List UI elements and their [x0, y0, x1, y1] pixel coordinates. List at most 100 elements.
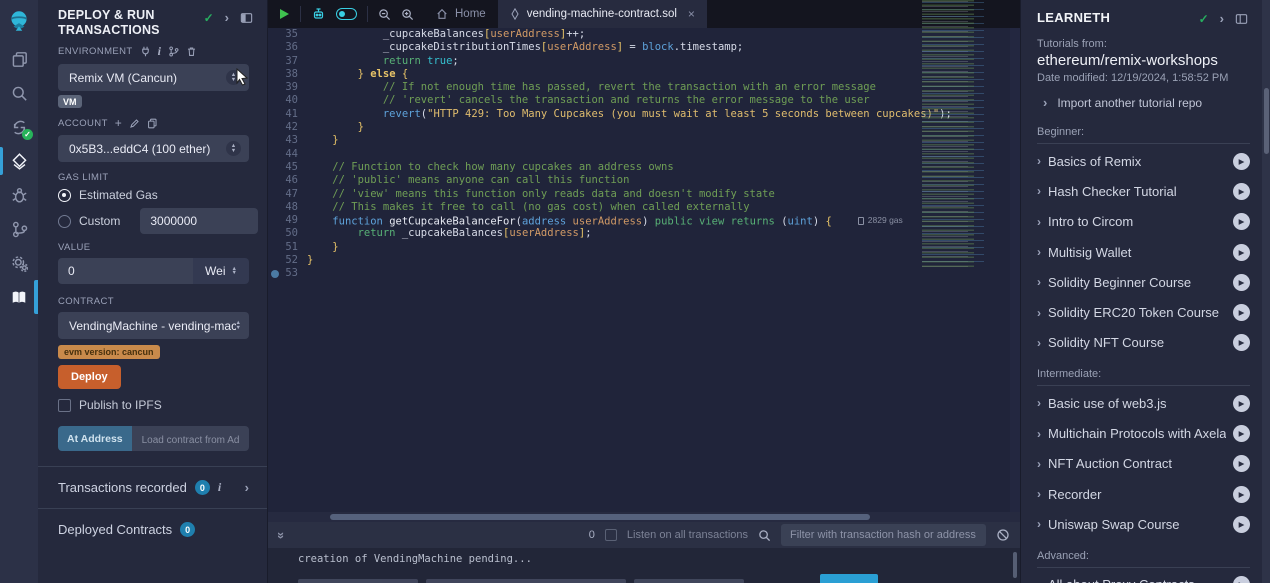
code-line[interactable]: 41 revert("HTTP 429: Too Many Cupcakes (…	[268, 108, 1020, 121]
terminal-output[interactable]: creation of VendingMachine pending...	[268, 548, 1020, 583]
ai-assistant-icon[interactable]	[311, 7, 326, 21]
plug-icon[interactable]	[140, 46, 151, 57]
code-line[interactable]: 44	[268, 148, 1020, 161]
play-tutorial-button[interactable]: ▶	[1233, 183, 1250, 200]
right-panel-scrollbar[interactable]	[1262, 0, 1270, 583]
learneth-icon[interactable]	[0, 280, 38, 314]
search-icon[interactable]	[758, 529, 771, 542]
search-icon[interactable]	[0, 76, 38, 110]
transactions-recorded-row[interactable]: Transactions recorded 0 i ›	[38, 467, 267, 509]
code-line[interactable]: 43 }	[268, 134, 1020, 147]
code-line[interactable]: 37 return true;	[268, 55, 1020, 68]
deploy-button[interactable]: Deploy	[58, 365, 121, 389]
file-explorer-icon[interactable]	[0, 42, 38, 76]
estimated-gas-option[interactable]: Estimated Gas	[58, 188, 249, 202]
copy-icon[interactable]	[147, 118, 158, 129]
chevron-right-icon[interactable]: ›	[245, 483, 249, 493]
tutorial-item[interactable]: › Intro to Circom ▶	[1037, 207, 1250, 237]
debug-button[interactable]	[820, 574, 878, 583]
split-view-icon[interactable]	[1235, 13, 1248, 25]
value-unit-select[interactable]: Wei ▲▼	[193, 258, 249, 284]
terminal-scrollbar[interactable]	[1013, 552, 1017, 578]
tutorial-item[interactable]: › Basics of Remix ▶	[1037, 146, 1250, 176]
code-line[interactable]: 47 // 'view' means this function only re…	[268, 188, 1020, 201]
radio-icon[interactable]	[58, 215, 71, 228]
chevron-right-icon[interactable]: ›	[225, 13, 229, 23]
info-icon[interactable]: i	[158, 44, 162, 59]
transaction-filter-input[interactable]	[781, 524, 986, 546]
value-input[interactable]	[58, 258, 193, 284]
play-tutorial-button[interactable]: ▶	[1233, 455, 1250, 472]
play-tutorial-button[interactable]: ▶	[1233, 395, 1250, 412]
breakpoint-icon[interactable]	[271, 270, 279, 278]
zoom-out-icon[interactable]	[378, 8, 391, 21]
tutorial-item[interactable]: › Solidity Beginner Course ▶	[1037, 267, 1250, 297]
contract-select[interactable]: VendingMachine - vending-machin ▲▼	[58, 312, 249, 339]
info-icon[interactable]: i	[218, 480, 221, 495]
at-address-button[interactable]: At Address	[58, 426, 132, 451]
collapse-terminal-icon[interactable]: »	[274, 531, 289, 538]
code-line[interactable]: 39 // If not enough time has passed, rev…	[268, 81, 1020, 94]
code-line[interactable]: 48 // This makes it free to call (no gas…	[268, 201, 1020, 214]
settings-icon[interactable]	[0, 246, 38, 280]
code-line[interactable]: 42 }	[268, 121, 1020, 134]
copilot-toggle[interactable]	[336, 8, 357, 20]
code-line[interactable]: 40 // 'revert' cancels the transaction a…	[268, 94, 1020, 107]
play-tutorial-button[interactable]: ▶	[1233, 274, 1250, 291]
tutorial-item[interactable]: › All about Proxy Contracts ▶	[1037, 570, 1250, 583]
zoom-in-icon[interactable]	[401, 8, 414, 21]
custom-gas-option[interactable]: Custom	[58, 208, 249, 234]
play-tutorial-button[interactable]: ▶	[1233, 213, 1250, 230]
account-select[interactable]: 0x5B3...eddC4 (100 ether) ▲▼	[58, 135, 249, 162]
at-address-input[interactable]	[132, 426, 249, 451]
code-line[interactable]: 36 _cupcakeDistributionTimes[userAddress…	[268, 41, 1020, 54]
solidity-compiler-icon[interactable]: ✓	[0, 110, 38, 144]
tutorial-item[interactable]: › Multisig Wallet ▶	[1037, 237, 1250, 267]
play-tutorial-button[interactable]: ▶	[1233, 576, 1250, 583]
tutorial-item[interactable]: › Multichain Protocols with Axelar ▶	[1037, 418, 1250, 448]
tutorial-item[interactable]: › Recorder ▶	[1037, 479, 1250, 509]
environment-select[interactable]: Remix VM (Cancun) ▲▼	[58, 64, 249, 91]
debugger-icon[interactable]	[0, 178, 38, 212]
tab-home[interactable]: Home	[424, 0, 498, 28]
tutorial-item[interactable]: › Solidity NFT Course ▶	[1037, 328, 1250, 358]
tutorial-item[interactable]: › NFT Auction Contract ▶	[1037, 449, 1250, 479]
code-line[interactable]: 35 _cupcakeBalances[userAddress]++;	[268, 28, 1020, 41]
code-line[interactable]: 52}	[268, 254, 1020, 267]
play-tutorial-button[interactable]: ▶	[1233, 153, 1250, 170]
play-tutorial-button[interactable]: ▶	[1233, 334, 1250, 351]
code-line[interactable]: 53	[268, 267, 1020, 280]
code-line[interactable]: 50 return _cupcakeBalances[userAddress];	[268, 227, 1020, 240]
source-control-icon[interactable]	[0, 212, 38, 246]
code-line[interactable]: 45 // Function to check how many cupcake…	[268, 161, 1020, 174]
play-tutorial-button[interactable]: ▶	[1233, 516, 1250, 533]
tab-vending-machine-contract[interactable]: vending-machine-contract.sol ×	[498, 0, 707, 28]
plus-icon[interactable]: +	[115, 116, 122, 130]
code-line[interactable]: 49 function getCupcakeBalanceFor(address…	[268, 214, 1020, 227]
custom-gas-input[interactable]	[140, 208, 258, 234]
editor-horizontal-scrollbar[interactable]	[268, 512, 1020, 522]
deployed-contracts-row[interactable]: Deployed Contracts 0	[38, 509, 267, 550]
minimap[interactable]	[922, 0, 1006, 268]
code-line[interactable]: 46 // 'public' means anyone can call thi…	[268, 174, 1020, 187]
editor-vertical-scrollbar[interactable]	[1010, 28, 1020, 512]
tutorial-item[interactable]: › Solidity ERC20 Token Course ▶	[1037, 297, 1250, 327]
split-view-icon[interactable]	[240, 12, 253, 24]
chevron-right-icon[interactable]: ›	[1220, 14, 1224, 24]
publish-ipfs-option[interactable]: Publish to IPFS	[58, 398, 249, 412]
clear-console-icon[interactable]	[996, 528, 1010, 542]
code-editor[interactable]: 35 _cupcakeBalances[userAddress]++;36 _c…	[268, 28, 1020, 512]
play-tutorial-button[interactable]: ▶	[1233, 425, 1250, 442]
close-tab-icon[interactable]: ×	[688, 7, 695, 21]
tutorial-item[interactable]: › Basic use of web3.js ▶	[1037, 388, 1250, 418]
checkbox-icon[interactable]	[58, 399, 71, 412]
radio-selected-icon[interactable]	[58, 189, 71, 202]
code-line[interactable]: 38 } else {	[268, 68, 1020, 81]
pencil-icon[interactable]	[129, 118, 140, 129]
play-tutorial-button[interactable]: ▶	[1233, 486, 1250, 503]
run-script-button[interactable]	[278, 8, 290, 20]
fork-icon[interactable]	[168, 46, 179, 57]
deploy-and-run-icon[interactable]	[0, 144, 38, 178]
trash-icon[interactable]	[186, 46, 197, 57]
tutorial-item[interactable]: › Hash Checker Tutorial ▶	[1037, 176, 1250, 206]
